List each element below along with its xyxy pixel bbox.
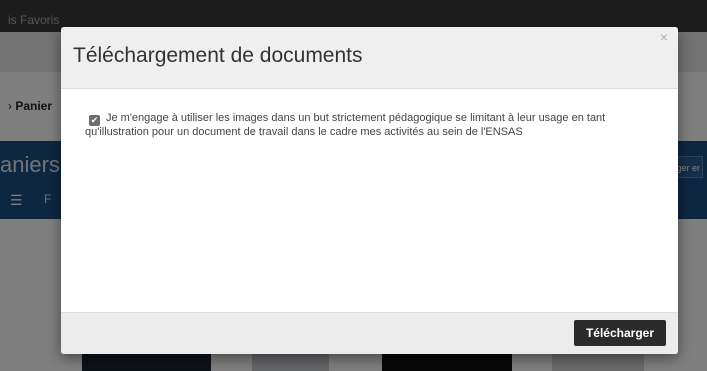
modal-header: Téléchargement de documents × [61,27,678,89]
modal-title: Téléchargement de documents [73,44,363,67]
close-icon[interactable]: × [660,29,668,45]
modal-footer: Télécharger [61,312,678,354]
page: is Favoris › Panier aniers ☰ F ger er Té… [0,0,707,371]
consent-row: ✔ Je m'engage à utiliser les images dans … [85,112,645,139]
download-button[interactable]: Télécharger [573,320,666,346]
download-modal: Téléchargement de documents × ✔ Je m'enga… [61,27,678,354]
consent-checkbox[interactable]: ✔ [89,115,100,126]
modal-body: ✔ Je m'engage à utiliser les images dans … [61,89,678,313]
consent-text: Je m'engage à utiliser les images dans u… [85,112,606,138]
